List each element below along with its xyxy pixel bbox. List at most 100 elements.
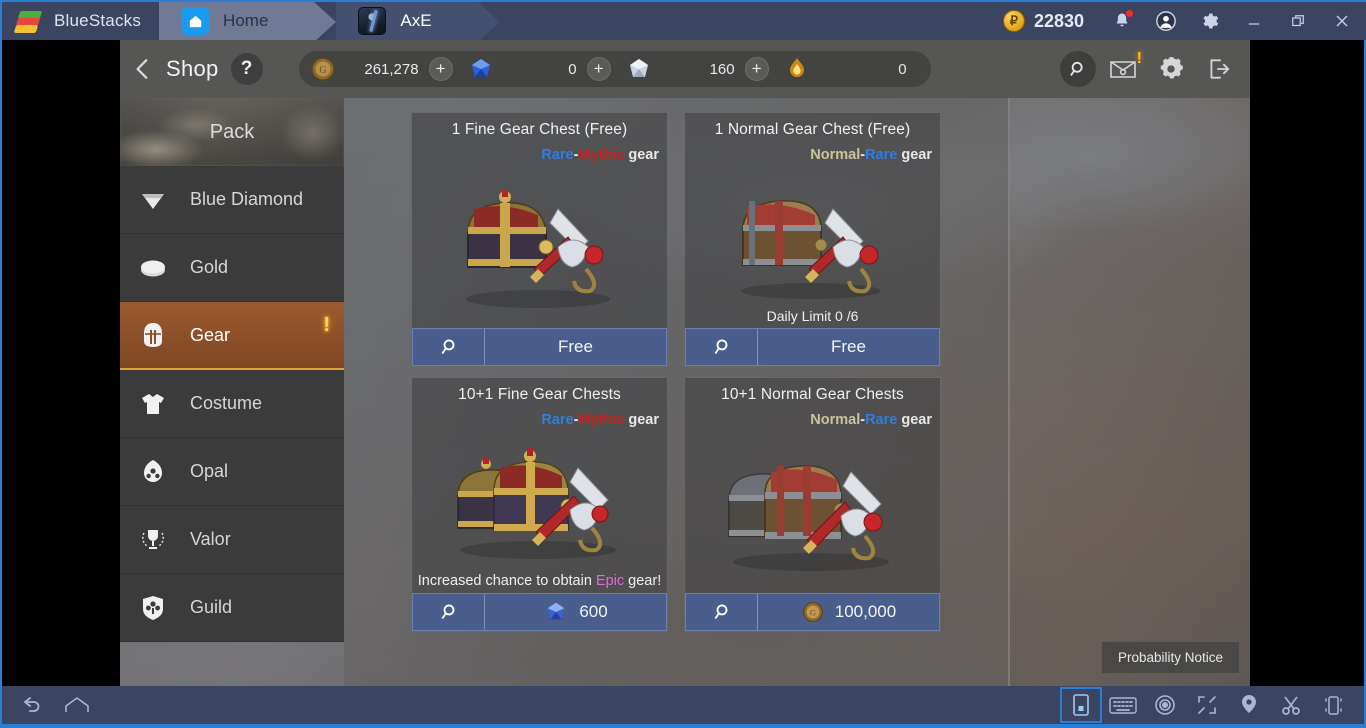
settings-gear-icon[interactable] xyxy=(1188,1,1232,41)
grade-tail: gear xyxy=(624,412,659,428)
home-icon[interactable] xyxy=(58,689,96,721)
page-title: Shop xyxy=(166,56,219,81)
grade-tail: gear xyxy=(897,147,932,163)
shop-items-grid: 1 Fine Gear Chest (Free) Rare-Mythic gea… xyxy=(344,98,1010,686)
preview-magnifier-icon[interactable] xyxy=(413,329,485,365)
shop-header: Shop ? G 261,278 + 0 + 160 + 0 ! xyxy=(120,40,1250,98)
shop-card-price-label: Free xyxy=(831,337,866,356)
sidebar-item-opal-label: Opal xyxy=(190,461,229,481)
bluestacks-brand: BlueStacks xyxy=(2,2,159,40)
guild-shield-icon xyxy=(138,593,168,623)
sidebar-item-blue-diamond-label: Blue Diamond xyxy=(190,189,304,209)
scissors-icon[interactable] xyxy=(1272,689,1310,721)
sidebar-item-valor-label: Valor xyxy=(190,529,231,549)
white-diamond-plus-button[interactable]: + xyxy=(744,57,769,81)
restore-button[interactable] xyxy=(1276,1,1320,41)
shop-card-price[interactable]: Free xyxy=(758,329,939,365)
tab-axe[interactable]: AxE xyxy=(336,2,500,42)
currency-blue-diamond: 0 + xyxy=(467,55,625,83)
notifications-icon[interactable] xyxy=(1100,1,1144,41)
sidebar-item-guild[interactable]: Guild xyxy=(120,574,344,642)
sidebar-item-pack-label: Pack xyxy=(209,120,255,143)
multi-instance-icon[interactable] xyxy=(1060,687,1102,723)
shop-card-grade: Normal-Rare gear xyxy=(685,139,940,163)
bottom-toolbar-left xyxy=(2,689,96,721)
points-coin-icon: ₽ xyxy=(1002,10,1025,32)
shop-card-price[interactable]: Free xyxy=(485,329,666,365)
account-icon[interactable] xyxy=(1144,1,1188,41)
shop-card-title: 10+1 Fine Gear Chests xyxy=(458,386,621,403)
shop-card-artwork xyxy=(412,428,667,573)
close-button[interactable] xyxy=(1320,1,1364,41)
gold-coin-icon: G xyxy=(309,55,337,83)
flame-icon xyxy=(783,55,811,83)
tab-home[interactable]: Home xyxy=(159,2,337,42)
diamond-icon xyxy=(138,185,168,215)
shop-card-price-label: Free xyxy=(558,337,593,356)
search-icon[interactable] xyxy=(1060,51,1096,87)
sidebar-item-costume-label: Costume xyxy=(190,393,263,413)
header-tools: ! xyxy=(1060,48,1250,90)
exit-icon[interactable] xyxy=(1198,48,1240,90)
gear-alert-badge: ! xyxy=(323,314,330,336)
grade-prefix: Rare xyxy=(541,147,574,163)
shop-card-action: 600 xyxy=(412,593,667,631)
grade-suffix: Rare xyxy=(865,147,898,163)
eye-macro-icon[interactable] xyxy=(1146,689,1184,721)
opal-icon xyxy=(138,457,168,487)
blue-diamond-plus-button[interactable]: + xyxy=(586,57,611,81)
shop-card-fine-multi[interactable]: 10+1 Fine Gear Chests Rare-Mythic gear I… xyxy=(411,377,668,632)
fullscreen-icon[interactable] xyxy=(1188,689,1226,721)
gold-value: 261,278 xyxy=(364,60,419,78)
blue-diamond-icon xyxy=(543,599,569,625)
tab-home-label: Home xyxy=(223,11,269,30)
shop-card-price[interactable]: 600 xyxy=(485,594,666,630)
bottom-toolbar-right xyxy=(1060,687,1364,723)
note-prefix: Increased chance to obtain xyxy=(417,573,596,589)
sidebar-item-opal[interactable]: Opal xyxy=(120,438,344,506)
sidebar-item-gold-label: Gold xyxy=(190,257,229,277)
blue-diamond-value: 0 xyxy=(568,60,577,78)
shop-card-artwork xyxy=(685,428,940,593)
shop-card-price[interactable]: G 100,000 xyxy=(758,594,939,630)
keyboard-controls-icon[interactable] xyxy=(1104,689,1142,721)
sidebar-item-blue-diamond[interactable]: Blue Diamond xyxy=(120,166,344,234)
gold-coin-icon: G xyxy=(801,600,825,624)
note-highlight: Epic xyxy=(595,573,625,589)
blue-diamond-icon xyxy=(467,55,495,83)
preview-magnifier-icon[interactable] xyxy=(686,329,758,365)
game-canvas: Shop ? G 261,278 + 0 + 160 + 0 ! Pack Bl… xyxy=(120,40,1250,686)
shop-card-action: Free xyxy=(412,328,667,366)
game-app-icon xyxy=(358,7,387,35)
grade-prefix: Normal xyxy=(810,147,861,163)
sidebar-item-costume[interactable]: Costume xyxy=(120,370,344,438)
points-indicator[interactable]: ₽ 22830 xyxy=(997,10,1100,32)
currency-gold: G 261,278 + xyxy=(309,55,467,83)
shop-card-action: Free xyxy=(685,328,940,366)
grade-suffix: Mythic xyxy=(578,412,625,428)
shop-card-normal-single[interactable]: 1 Normal Gear Chest (Free) Normal-Rare g… xyxy=(684,112,941,367)
sidebar-item-gold[interactable]: Gold xyxy=(120,234,344,302)
preview-magnifier-icon[interactable] xyxy=(413,594,485,630)
gold-plus-button[interactable]: + xyxy=(428,57,453,81)
shirt-icon xyxy=(138,389,168,419)
bluestacks-bottom-toolbar xyxy=(2,686,1364,726)
sidebar-item-valor[interactable]: Valor xyxy=(120,506,344,574)
preview-magnifier-icon[interactable] xyxy=(686,594,758,630)
probability-notice-button[interactable]: Probability Notice xyxy=(1100,641,1240,674)
back-chevron-icon[interactable] xyxy=(120,40,166,98)
flame-value: 0 xyxy=(898,60,907,78)
help-button[interactable]: ? xyxy=(230,53,263,85)
shop-card-fine-single[interactable]: 1 Fine Gear Chest (Free) Rare-Mythic gea… xyxy=(411,112,668,367)
mail-icon[interactable]: ! xyxy=(1102,48,1144,90)
shop-card-price-label: 100,000 xyxy=(834,602,897,621)
sidebar-item-gear[interactable]: Gear ! xyxy=(120,302,344,370)
minimize-button[interactable] xyxy=(1232,1,1276,41)
back-icon[interactable] xyxy=(12,689,50,721)
currency-flame: 0 xyxy=(783,55,921,83)
settings-gear-icon[interactable] xyxy=(1150,48,1192,90)
shop-card-normal-multi[interactable]: 10+1 Normal Gear Chests Normal-Rare gear xyxy=(684,377,941,632)
sidebar-item-pack[interactable]: Pack xyxy=(120,98,344,166)
shake-device-icon[interactable] xyxy=(1314,689,1352,721)
location-icon[interactable] xyxy=(1230,689,1268,721)
